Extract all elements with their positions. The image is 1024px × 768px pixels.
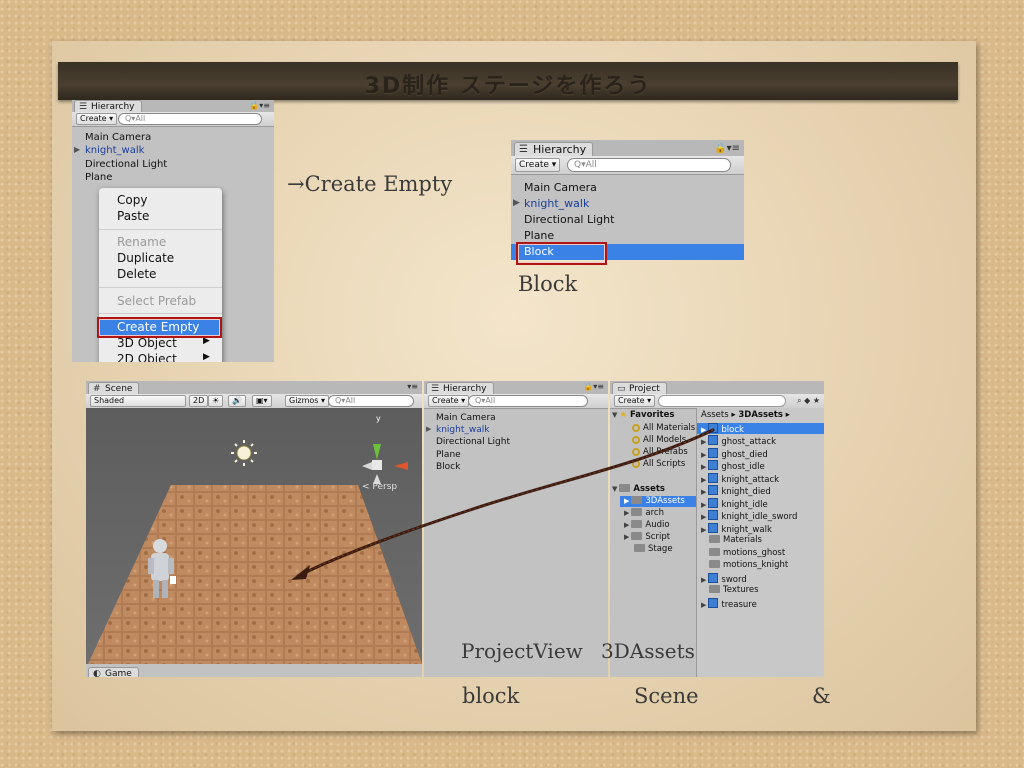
note-block-drag: block (462, 684, 520, 708)
note-3dassets: 3DAssets (601, 639, 695, 663)
note-scene: Scene (634, 684, 699, 708)
slide: { "slide": { "title": "3D制作 ステージを作ろう", "… (0, 0, 1024, 768)
note-project-view: ProjectView (461, 639, 583, 663)
note-ampersand: & (812, 684, 831, 708)
